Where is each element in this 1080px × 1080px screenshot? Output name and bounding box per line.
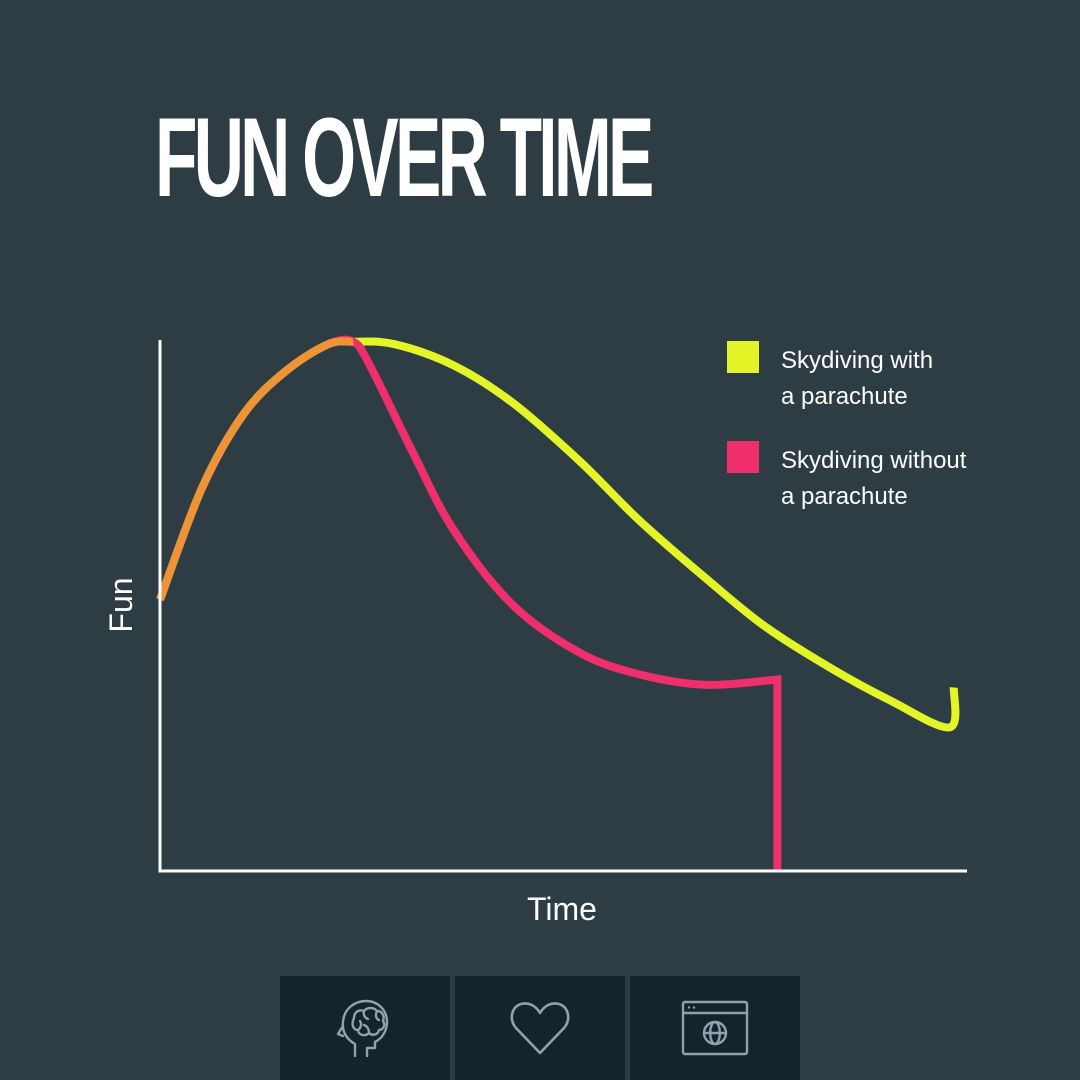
- icon-tile-brain[interactable]: [280, 976, 450, 1080]
- chart: Time Fun Skydiving witha parachuteSkydiv…: [103, 335, 967, 927]
- legend-label-1-line-2: a parachute: [781, 383, 908, 410]
- legend-label-1-line-1: Skydiving with: [781, 347, 933, 374]
- heart-icon: [510, 1002, 570, 1055]
- browser-globe-icon: [681, 1000, 749, 1056]
- overlap-segment: [156, 337, 354, 602]
- brain-head-icon: [336, 999, 389, 1058]
- legend-swatch-1: [727, 341, 759, 373]
- legend-label-2-line-2: a parachute: [781, 483, 908, 510]
- icon-tile-heart[interactable]: [455, 976, 625, 1080]
- plot-lines: [156, 335, 960, 871]
- legend-label-2-line-1: Skydiving without: [781, 447, 967, 474]
- legend: Skydiving with a parachute Skydiving witho…: [727, 341, 967, 510]
- legend-swatch-2: [727, 441, 759, 473]
- series-line-2: [156, 335, 782, 871]
- y-axis-title: Fun: [103, 577, 139, 632]
- icon-tile-browser[interactable]: [630, 976, 800, 1080]
- x-axis-title: Time: [527, 891, 597, 927]
- icon-bar: [280, 976, 800, 1080]
- page: FUN OVER TIME Time Fun Skydiving with a p…: [0, 0, 1080, 1080]
